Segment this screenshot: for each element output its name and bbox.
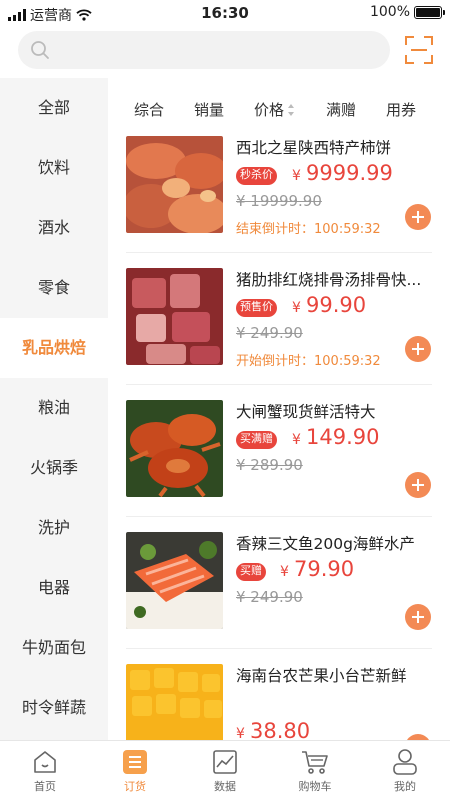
- product-name: 香辣三文鱼200g海鲜水产: [236, 535, 415, 553]
- sort-arrows-icon: [288, 103, 295, 116]
- product-card[interactable]: 大闸蟹现货鲜活特大 买满赠 ¥ 149.90 ¥ 289.90: [108, 394, 450, 526]
- tab-home[interactable]: 首页: [0, 749, 90, 794]
- sort-sales[interactable]: 销量: [194, 99, 224, 120]
- currency-symbol: ¥: [292, 432, 301, 448]
- product-image-crab: [126, 400, 223, 497]
- product-image-persimmon: [126, 136, 223, 233]
- tab-label: 首页: [34, 780, 56, 793]
- price-tag-badge: 预售价: [236, 299, 277, 317]
- original-price: ¥ 249.90: [236, 588, 303, 606]
- sidebar-item-category[interactable]: 饮料: [0, 138, 108, 198]
- original-price: ¥ 249.90: [236, 324, 303, 342]
- app-screen: 运营商 16:30 100% 全部 饮料 酒水 零食 乳品烘焙 粮油 火锅季 洗护 电器 牛奶面包…: [0, 0, 450, 800]
- sidebar-item-category[interactable]: 粮油: [0, 378, 108, 438]
- currency-symbol: ¥: [236, 726, 245, 740]
- status-bar: 运营商 16:30 100%: [0, 0, 450, 26]
- product-card[interactable]: 海南台农芒果小台芒新鲜 ¥ 38.80: [108, 658, 450, 740]
- product-price: 9999.99: [306, 161, 393, 185]
- countdown-text: 开始倒计时：100:59:32: [236, 354, 381, 369]
- product-image-mango: [126, 664, 223, 740]
- search-icon: [31, 41, 49, 59]
- sidebar-item-category[interactable]: 电器: [0, 558, 108, 618]
- battery-percent: 100%: [369, 4, 410, 20]
- add-to-cart-button[interactable]: [405, 604, 431, 630]
- product-price: 99.90: [306, 293, 367, 317]
- divider: [126, 252, 432, 253]
- sidebar-item-category[interactable]: 酒水: [0, 198, 108, 258]
- price-tag-badge: 买赠: [236, 563, 266, 581]
- tab-label: 购物车: [298, 780, 332, 793]
- scan-icon[interactable]: [404, 35, 434, 65]
- battery-icon: [414, 5, 445, 19]
- chart-icon: [213, 750, 237, 774]
- sidebar-item-category[interactable]: 火锅季: [0, 438, 108, 498]
- sidebar-item-category[interactable]: 时令鲜蔬: [0, 678, 108, 738]
- divider: [126, 516, 432, 517]
- sort-bar: 综合 销量 价格 满赠 用券: [108, 88, 450, 128]
- sidebar-item-category[interactable]: 零食: [0, 258, 108, 318]
- divider: [126, 384, 432, 385]
- product-price: 79.90: [294, 557, 355, 581]
- sort-coupon[interactable]: 用券: [386, 99, 416, 120]
- sort-gift[interactable]: 满赠: [326, 99, 356, 120]
- search-bar[interactable]: [18, 31, 390, 69]
- sort-comprehensive[interactable]: 综合: [134, 99, 164, 120]
- product-name: 海南台农芒果小台芒新鲜: [236, 667, 407, 685]
- price-tag-badge: 秒杀价: [236, 167, 277, 185]
- add-to-cart-button[interactable]: [405, 204, 431, 230]
- product-card[interactable]: 香辣三文鱼200g海鲜水产 买赠 ¥ 79.90 ¥ 249.90: [108, 526, 450, 658]
- sort-price[interactable]: 价格: [254, 99, 295, 120]
- product-price: 149.90: [306, 425, 380, 449]
- currency-symbol: ¥: [280, 564, 289, 580]
- product-image-salmon: [126, 532, 223, 629]
- tab-label: 数据: [214, 780, 236, 793]
- product-price: 38.80: [250, 719, 311, 740]
- tab-data[interactable]: 数据: [180, 749, 270, 794]
- tab-label: 订货: [124, 780, 146, 793]
- product-card[interactable]: 西北之星陕西特产柿饼 秒杀价 ¥ 9999.99 ¥ 19999.90 结束倒计…: [108, 130, 450, 262]
- category-sidebar: 全部 饮料 酒水 零食 乳品烘焙 粮油 火锅季 洗护 电器 牛奶面包 时令鲜蔬: [0, 78, 108, 740]
- divider: [126, 648, 432, 649]
- user-icon: [393, 749, 417, 775]
- tab-profile[interactable]: 我的: [360, 749, 450, 794]
- product-name: 西北之星陕西特产柿饼: [236, 139, 392, 157]
- cart-icon: [302, 751, 328, 774]
- product-list: 西北之星陕西特产柿饼 秒杀价 ¥ 9999.99 ¥ 19999.90 结束倒计…: [108, 130, 450, 740]
- original-price: ¥ 289.90: [236, 456, 303, 474]
- product-name: 大闸蟹现货鲜活特大: [236, 403, 376, 421]
- currency-symbol: ¥: [292, 300, 301, 316]
- currency-symbol: ¥: [292, 168, 301, 184]
- home-icon: [34, 751, 56, 773]
- sidebar-item-category[interactable]: 洗护: [0, 498, 108, 558]
- order-list-icon: [123, 750, 147, 774]
- countdown-text: 结束倒计时：100:59:32: [236, 222, 381, 237]
- price-tag-badge: 买满赠: [236, 431, 277, 449]
- sidebar-item-category[interactable]: 乳品烘焙: [0, 318, 108, 378]
- tab-label: 我的: [394, 780, 416, 793]
- product-card[interactable]: 猪肋排红烧排骨汤排骨快... 预售价 ¥ 99.90 ¥ 249.90 开始倒计…: [108, 262, 450, 394]
- product-image-ribs: [126, 268, 223, 365]
- sidebar-item-category[interactable]: 全部: [0, 78, 108, 138]
- product-name: 猪肋排红烧排骨汤排骨快...: [236, 271, 422, 289]
- battery-info: 100%: [369, 4, 445, 20]
- add-to-cart-button[interactable]: [405, 472, 431, 498]
- add-to-cart-button[interactable]: [405, 336, 431, 362]
- sidebar-item-category[interactable]: 牛奶面包: [0, 618, 108, 678]
- tab-bar: 首页 订货 数据 购物车 我的: [0, 740, 450, 800]
- tab-order[interactable]: 订货: [90, 749, 180, 794]
- tab-cart[interactable]: 购物车: [270, 749, 360, 794]
- original-price: ¥ 19999.90: [236, 192, 322, 210]
